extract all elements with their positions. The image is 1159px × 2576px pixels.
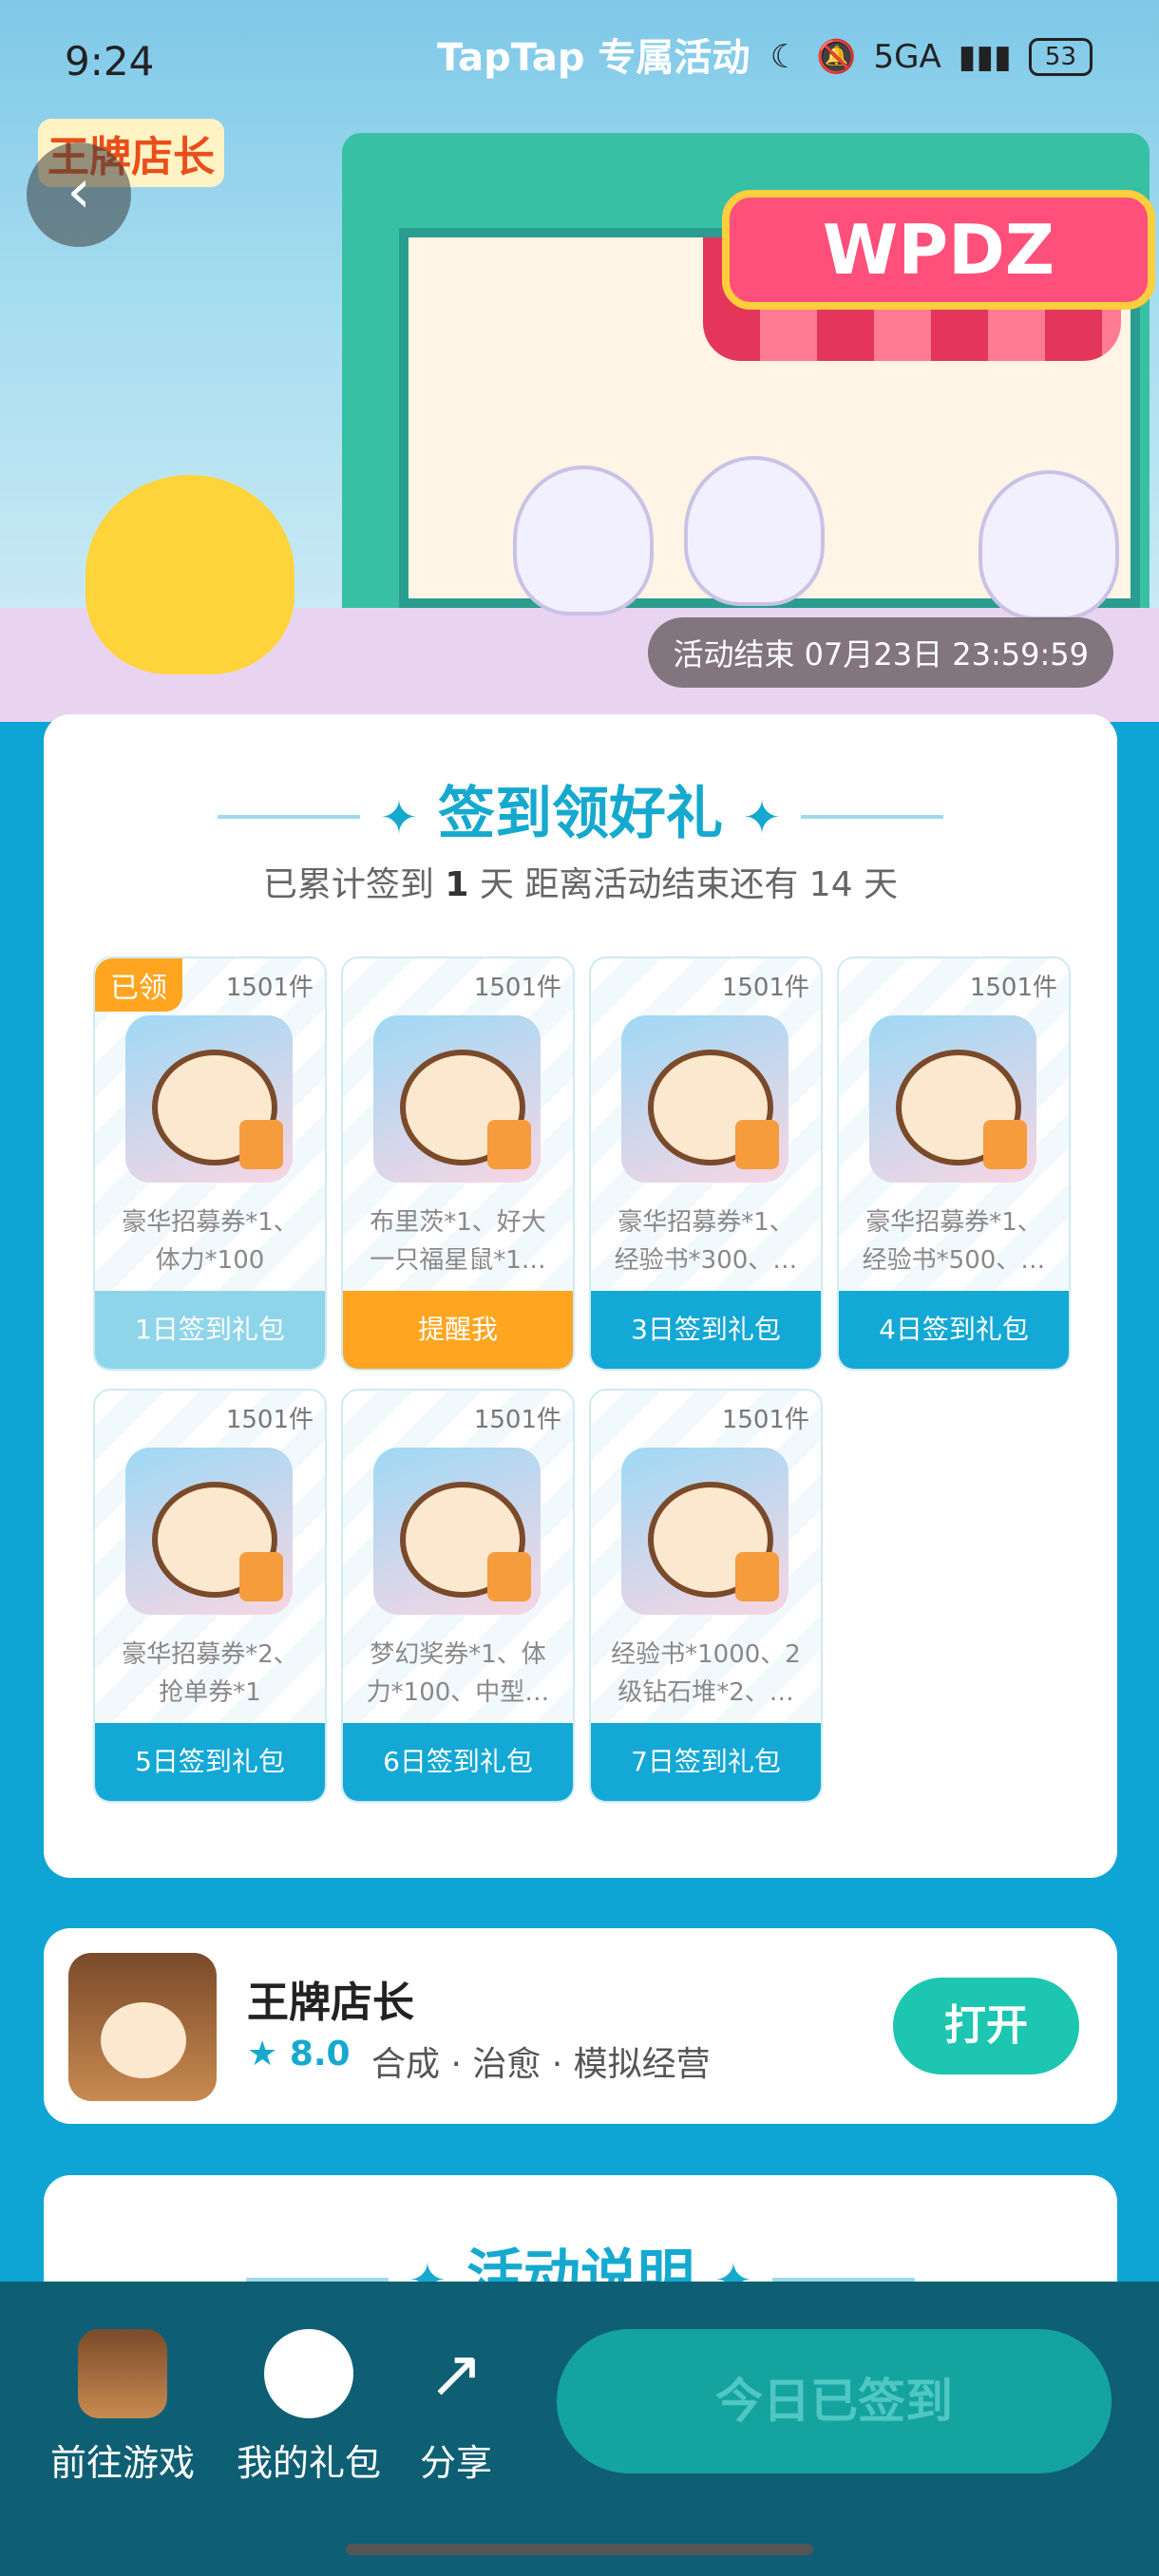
signin-title: ✦ 签到领好礼 ✦ (44, 767, 1117, 850)
gift-button[interactable]: 5日签到礼包 (95, 1723, 325, 1801)
gift-box-icon (264, 2329, 353, 2418)
remind-button[interactable]: 提醒我 (343, 1291, 573, 1369)
gift-description: 经验书*1000、2 级钻石堆*2、… (611, 1640, 801, 1707)
my-gifts-button[interactable]: 我的礼包 (228, 2329, 390, 2486)
signin-progress: 已累计签到 1 天 距离活动结束还有 14 天 (262, 865, 899, 904)
gift-card-day4[interactable]: 1501件 豪华招募券*1、 经验书*500、… 4日签到礼包 (837, 957, 1071, 1371)
gift-image (125, 1015, 293, 1183)
checked-in-today-button[interactable]: 今日已签到 (557, 2329, 1112, 2473)
gift-image (869, 1015, 1036, 1183)
gift-description: 梦幻奖券*1、体 力*100、中型… (366, 1640, 550, 1707)
gift-quantity: 1501件 (473, 1406, 561, 1434)
gift-button[interactable]: 3日签到礼包 (591, 1291, 821, 1369)
gift-quantity: 1501件 (473, 974, 561, 1002)
share-button[interactable]: ↗ 分享 (375, 2329, 537, 2486)
hamster-character (684, 456, 825, 606)
sparkle-icon: ✦ (379, 791, 419, 844)
hamster-character (978, 470, 1119, 620)
gift-image (373, 1448, 541, 1615)
game-app-icon (68, 1953, 217, 2101)
claimed-badge: 已领 (95, 958, 182, 1012)
gift-quantity: 1501件 (721, 974, 809, 1002)
signin-card: ✦ 签到领好礼 ✦ 已累计签到 1 天 距离活动结束还有 14 天 已领 150… (44, 714, 1117, 1878)
moon-icon: ☾ (770, 38, 800, 76)
hamster-character (513, 465, 654, 616)
gift-card-day6[interactable]: 1501件 梦幻奖券*1、体 力*100、中型… 6日签到礼包 (341, 1389, 575, 1803)
status-time: 9:24 (65, 38, 155, 85)
sparkle-icon: ✦ (742, 791, 782, 844)
home-indicator[interactable] (346, 2544, 813, 2555)
gift-button[interactable]: 1日签到礼包 (95, 1291, 325, 1369)
gift-button[interactable]: 7日签到礼包 (591, 1723, 821, 1801)
gift-button[interactable]: 4日签到礼包 (839, 1291, 1069, 1369)
game-rating: ★ 8.0 (247, 2035, 351, 2074)
star-icon: ★ (247, 2035, 278, 2074)
bottom-action-bar: 前往游戏 我的礼包 ↗ 分享 今日已签到 (0, 2282, 1159, 2576)
gift-description: 豪华招募券*1、 体力*100 (122, 1208, 298, 1275)
game-app-name: 王牌店长 (247, 1979, 414, 2027)
scooter-character (86, 475, 294, 674)
gift-card-day2[interactable]: 1501件 布里茨*1、好大 一只福星鼠*1… 提醒我 (341, 957, 575, 1371)
gift-image (621, 1015, 788, 1183)
gift-card-day7[interactable]: 1501件 经验书*1000、2 级钻石堆*2、… 7日签到礼包 (589, 1389, 823, 1803)
game-icon (78, 2329, 167, 2418)
gift-quantity: 1501件 (225, 974, 314, 1002)
activity-end-time: 活动结束 07月23日 23:59:59 (648, 617, 1113, 688)
gift-description: 豪华招募券*1、 经验书*300、… (614, 1208, 798, 1275)
gift-card-day1[interactable]: 已领 1501件 豪华招募券*1、 体力*100 1日签到礼包 (93, 957, 327, 1371)
gift-image (125, 1448, 293, 1615)
gift-quantity: 1501件 (225, 1406, 314, 1434)
gift-description: 豪华招募券*1、 经验书*500、… (862, 1208, 1046, 1275)
go-game-button[interactable]: 前往游戏 (42, 2329, 203, 2486)
status-bar: 9:24 TapTap 专属活动 ☾ 🔕 5GA ▮▮▮ 53 (0, 0, 1159, 123)
page-title: TapTap 专属活动 (437, 36, 750, 80)
gift-image (621, 1448, 788, 1615)
gift-button[interactable]: 6日签到礼包 (343, 1723, 573, 1801)
gift-quantity: 1501件 (721, 1406, 809, 1434)
status-icons: ☾ 🔕 5GA ▮▮▮ 53 (770, 38, 1092, 76)
gift-card-day5[interactable]: 1501件 豪华招募券*2、 抢单券*1 5日签到礼包 (93, 1389, 327, 1803)
shop-sign: WPDZ (722, 190, 1155, 310)
battery-icon: 53 (1028, 38, 1092, 76)
game-tags: 合成 · 治愈 · 模拟经营 (371, 2045, 711, 2084)
back-button[interactable]: ‹ (27, 142, 131, 247)
open-game-button[interactable]: 打开 (893, 1978, 1079, 2074)
gift-description: 布里茨*1、好大 一只福星鼠*1… (370, 1208, 546, 1275)
gift-quantity: 1501件 (969, 974, 1057, 1002)
share-icon: ↗ (428, 2335, 484, 2413)
signal-icon: ▮▮▮ (958, 38, 1012, 76)
gift-image (373, 1015, 541, 1183)
network-label: 5GA (873, 38, 941, 76)
gift-card-day3[interactable]: 1501件 豪华招募券*1、 经验书*300、… 3日签到礼包 (589, 957, 823, 1371)
mute-icon: 🔕 (816, 38, 857, 76)
gift-description: 豪华招募券*2、 抢单券*1 (122, 1640, 298, 1707)
game-app-card[interactable]: 王牌店长 ★ 8.0 合成 · 治愈 · 模拟经营 打开 (44, 1928, 1117, 2124)
chevron-left-icon: ‹ (66, 157, 91, 227)
